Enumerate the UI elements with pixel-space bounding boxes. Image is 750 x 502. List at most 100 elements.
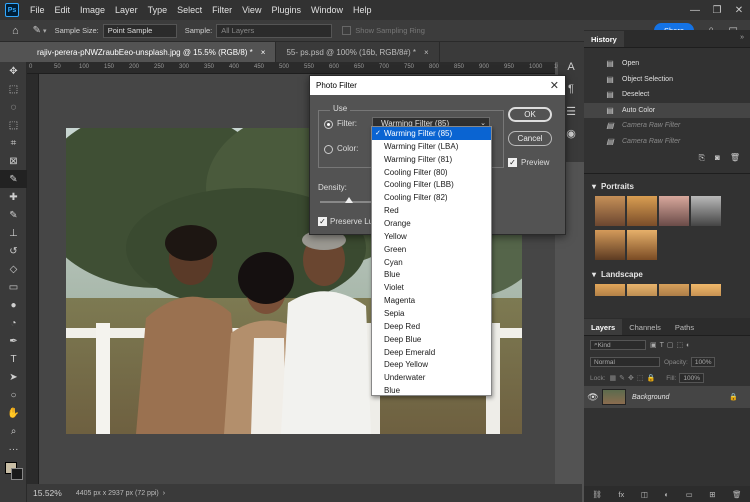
- preview-checkbox[interactable]: ✓: [508, 158, 517, 167]
- history-brush-source-icon[interactable]: [590, 90, 600, 100]
- crop-tool-icon[interactable]: ⌗: [0, 134, 27, 152]
- blend-mode-select[interactable]: Normal: [590, 357, 660, 367]
- filter-option[interactable]: Magenta: [372, 294, 491, 307]
- background-color[interactable]: [11, 468, 23, 480]
- filter-option[interactable]: Deep Red: [372, 320, 491, 333]
- stamp-tool-icon[interactable]: ⊥: [0, 224, 27, 242]
- fill-input[interactable]: 100%: [679, 373, 704, 383]
- menu-layer[interactable]: Layer: [110, 5, 143, 15]
- preset-thumbnail[interactable]: [691, 284, 721, 296]
- history-item[interactable]: ▤ Camera Raw Filter: [584, 118, 750, 134]
- ok-button[interactable]: OK: [508, 107, 552, 122]
- density-slider-handle[interactable]: [345, 197, 353, 203]
- camera-icon[interactable]: ◙: [715, 153, 720, 165]
- history-item[interactable]: ▤ Auto Color: [584, 102, 750, 118]
- preset-thumbnail[interactable]: [595, 284, 625, 296]
- cancel-button[interactable]: Cancel: [508, 131, 552, 146]
- filter-option[interactable]: Yellow: [372, 230, 491, 243]
- filter-option[interactable]: Cyan: [372, 256, 491, 269]
- menu-filter[interactable]: Filter: [207, 5, 237, 15]
- menu-view[interactable]: View: [237, 5, 266, 15]
- type-tool-icon[interactable]: T: [0, 350, 27, 368]
- show-ring-checkbox[interactable]: [342, 26, 352, 35]
- history-item[interactable]: ▤ Camera Raw Filter: [584, 134, 750, 150]
- history-brush-source-icon[interactable]: [590, 121, 600, 131]
- object-selection-tool-icon[interactable]: ⬚: [0, 116, 27, 134]
- close-icon[interactable]: ✕: [728, 0, 750, 20]
- color-swatches[interactable]: [0, 458, 26, 488]
- filter-option[interactable]: Cooling Filter (82): [372, 191, 491, 204]
- presets-portraits-section[interactable]: ▾ Portraits: [584, 178, 750, 194]
- filter-option[interactable]: Green: [372, 243, 491, 256]
- preserve-luminosity-checkbox[interactable]: ✓: [318, 217, 327, 226]
- tab-close-icon[interactable]: ×: [424, 48, 429, 57]
- menu-type[interactable]: Type: [143, 5, 173, 15]
- brush-tool-icon[interactable]: ✎: [0, 206, 27, 224]
- filter-option[interactable]: Cooling Filter (LBB): [372, 178, 491, 191]
- lasso-tool-icon[interactable]: ◌: [0, 98, 27, 116]
- menu-edit[interactable]: Edit: [50, 5, 76, 15]
- menu-image[interactable]: Image: [75, 5, 110, 15]
- preset-thumbnail[interactable]: [595, 196, 625, 226]
- home-icon[interactable]: ⌂: [12, 25, 19, 37]
- history-item[interactable]: ▤ Open: [584, 56, 750, 72]
- filter-option[interactable]: Deep Blue: [372, 333, 491, 346]
- filter-option[interactable]: Warming Filter (LBA): [372, 140, 491, 153]
- opacity-input[interactable]: 100%: [690, 357, 716, 367]
- history-brush-source-icon[interactable]: [590, 136, 600, 146]
- tab-paths[interactable]: Paths: [668, 319, 701, 335]
- tab-channels[interactable]: Channels: [622, 319, 668, 335]
- preset-thumbnail[interactable]: [691, 196, 721, 226]
- sample-size-select[interactable]: Point Sample: [102, 23, 177, 38]
- tab-document-1[interactable]: rajiv-perera-pNWZraubEeo-unsplash.jpg @ …: [27, 42, 277, 62]
- panel-collapse-icon[interactable]: »: [740, 34, 744, 41]
- filter-option[interactable]: Cooling Filter (80): [372, 166, 491, 179]
- new-layer-icon[interactable]: ⊞: [709, 490, 715, 499]
- preset-thumbnail[interactable]: [595, 230, 625, 260]
- folder-icon[interactable]: ▭: [686, 490, 693, 499]
- path-selection-icon[interactable]: ➤: [0, 368, 27, 386]
- frame-tool-icon[interactable]: ⊠: [0, 152, 27, 170]
- new-document-icon[interactable]: ⎘: [699, 153, 705, 165]
- filter-option[interactable]: ✓ Warming Filter (85): [372, 127, 491, 140]
- filter-option[interactable]: Blue: [372, 268, 491, 281]
- pen-tool-icon[interactable]: ✒: [0, 332, 27, 350]
- history-brush-source-icon[interactable]: [590, 105, 600, 115]
- fx-icon[interactable]: fx: [618, 490, 624, 499]
- filter-option[interactable]: Orange: [372, 217, 491, 230]
- menu-plugins[interactable]: Plugins: [266, 5, 306, 15]
- dialog-title-bar[interactable]: Photo Filter: [310, 76, 565, 95]
- filter-option[interactable]: Warming Filter (81): [372, 153, 491, 166]
- visibility-eye-icon[interactable]: 👁: [584, 392, 602, 403]
- eyedropper-tool-icon[interactable]: ✎: [0, 170, 27, 188]
- more-tools-icon[interactable]: ···: [0, 440, 27, 458]
- close-icon[interactable]: ✕: [550, 79, 559, 92]
- preset-thumbnail[interactable]: [627, 284, 657, 296]
- tab-history[interactable]: History: [584, 31, 624, 47]
- history-brush-source-icon[interactable]: [590, 59, 600, 69]
- shape-tool-icon[interactable]: ○: [0, 386, 27, 404]
- link-icon[interactable]: ⛓: [592, 490, 602, 499]
- color-radio[interactable]: [324, 145, 333, 154]
- presets-landscape-section[interactable]: ▾ Landscape: [584, 266, 750, 282]
- sample-select[interactable]: All Layers: [216, 23, 333, 38]
- filter-option[interactable]: Violet: [372, 281, 491, 294]
- tab-document-2[interactable]: 55- ps.psd @ 100% (16b, RGB/8#) * ×: [276, 42, 440, 62]
- gradient-tool-icon[interactable]: ▭: [0, 278, 27, 296]
- layer-row-background[interactable]: 👁 Background 🔒: [584, 386, 750, 408]
- layer-kind-filter[interactable]: ⌕ Kind: [590, 340, 646, 350]
- lock-icons[interactable]: ▦✎✥⬚🔒: [610, 374, 659, 382]
- filter-option[interactable]: Deep Yellow: [372, 358, 491, 371]
- marquee-tool-icon[interactable]: ⬚: [0, 80, 27, 98]
- filter-option[interactable]: Blue: [372, 384, 491, 397]
- menu-help[interactable]: Help: [348, 5, 377, 15]
- filter-option[interactable]: Underwater: [372, 371, 491, 384]
- history-item[interactable]: ▤ Deselect: [584, 87, 750, 103]
- mask-icon[interactable]: ◫: [641, 490, 648, 499]
- trash-icon[interactable]: 🗑: [730, 153, 740, 165]
- hand-tool-icon[interactable]: ✋: [0, 404, 27, 422]
- menu-window[interactable]: Window: [306, 5, 348, 15]
- chevron-down-icon[interactable]: ▾: [43, 27, 47, 35]
- trash-icon[interactable]: 🗑: [732, 490, 742, 499]
- preset-thumbnail[interactable]: [659, 196, 689, 226]
